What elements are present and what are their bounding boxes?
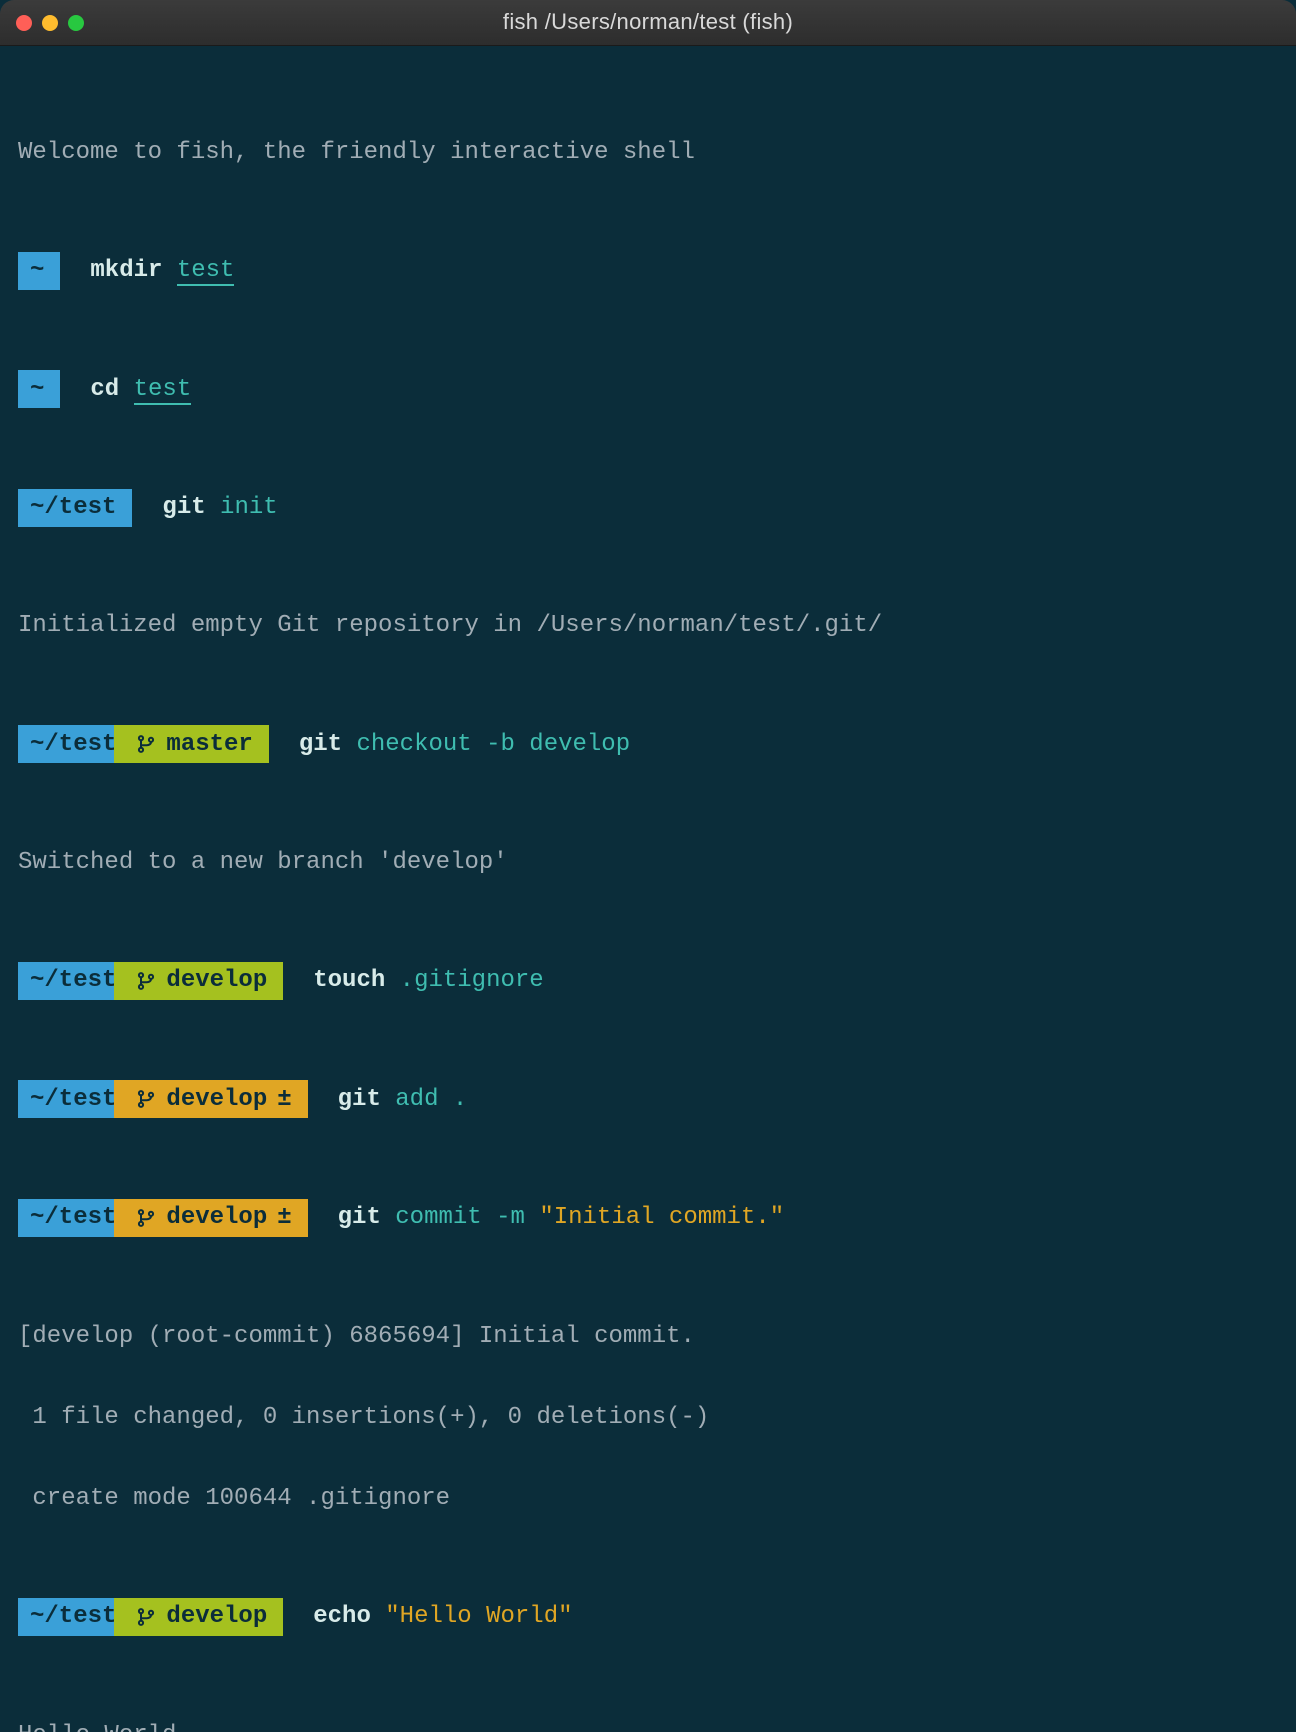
output-line: 1 file changed, 0 insertions(+), 0 delet… (18, 1395, 1278, 1439)
window-title: fish /Users/norman/test (fish) (0, 5, 1296, 39)
terminal-area[interactable]: Welcome to fish, the friendly interactiv… (0, 46, 1296, 1732)
command-text: mkdir test (60, 252, 234, 289)
dirty-indicator: ± (277, 1199, 291, 1236)
prompt-line: ~/test master git checkout -b develop (18, 722, 1278, 766)
output-line: [develop (root-commit) 6865694] Initial … (18, 1314, 1278, 1358)
branch-segment: develop± (114, 1199, 307, 1237)
command-text: git commit -m "Initial commit." (308, 1199, 785, 1236)
git-branch-icon (136, 1207, 156, 1229)
output-line: Initialized empty Git repository in /Use… (18, 604, 1278, 648)
prompt-line: ~/test git init (18, 486, 1278, 530)
prompt-line: ~/test develop± git commit -m "Initial c… (18, 1196, 1278, 1240)
command-text: echo "Hello World" (283, 1598, 572, 1635)
prompt-line: ~/test develop echo "Hello World" (18, 1595, 1278, 1639)
path-segment: ~ (18, 370, 60, 408)
git-branch-icon (136, 1606, 156, 1628)
git-branch-icon (136, 970, 156, 992)
branch-segment: develop± (114, 1080, 307, 1118)
output-line: Welcome to fish, the friendly interactiv… (18, 130, 1278, 174)
git-branch-icon (136, 1088, 156, 1110)
branch-segment: develop (114, 962, 283, 1000)
command-text: git checkout -b develop (269, 726, 630, 763)
output-line: Switched to a new branch 'develop' (18, 841, 1278, 885)
window-titlebar: fish /Users/norman/test (fish) (0, 0, 1296, 46)
prompt-line: ~/test develop± git add . (18, 1077, 1278, 1121)
output-line: create mode 100644 .gitignore (18, 1477, 1278, 1521)
command-text: git init (132, 489, 277, 526)
path-segment: ~ (18, 252, 60, 290)
branch-segment: master (114, 725, 268, 763)
command-text: cd test (60, 371, 191, 408)
git-branch-icon (136, 733, 156, 755)
command-text: git add . (308, 1081, 468, 1118)
prompt-line: ~/test develop touch .gitignore (18, 959, 1278, 1003)
branch-segment: develop (114, 1598, 283, 1636)
prompt-line: ~ mkdir test (18, 249, 1278, 293)
dirty-indicator: ± (277, 1081, 291, 1118)
command-text: touch .gitignore (283, 962, 543, 999)
output-line: Hello World (18, 1713, 1278, 1732)
prompt-line: ~ cd test (18, 367, 1278, 411)
path-segment: ~/test (18, 489, 132, 527)
